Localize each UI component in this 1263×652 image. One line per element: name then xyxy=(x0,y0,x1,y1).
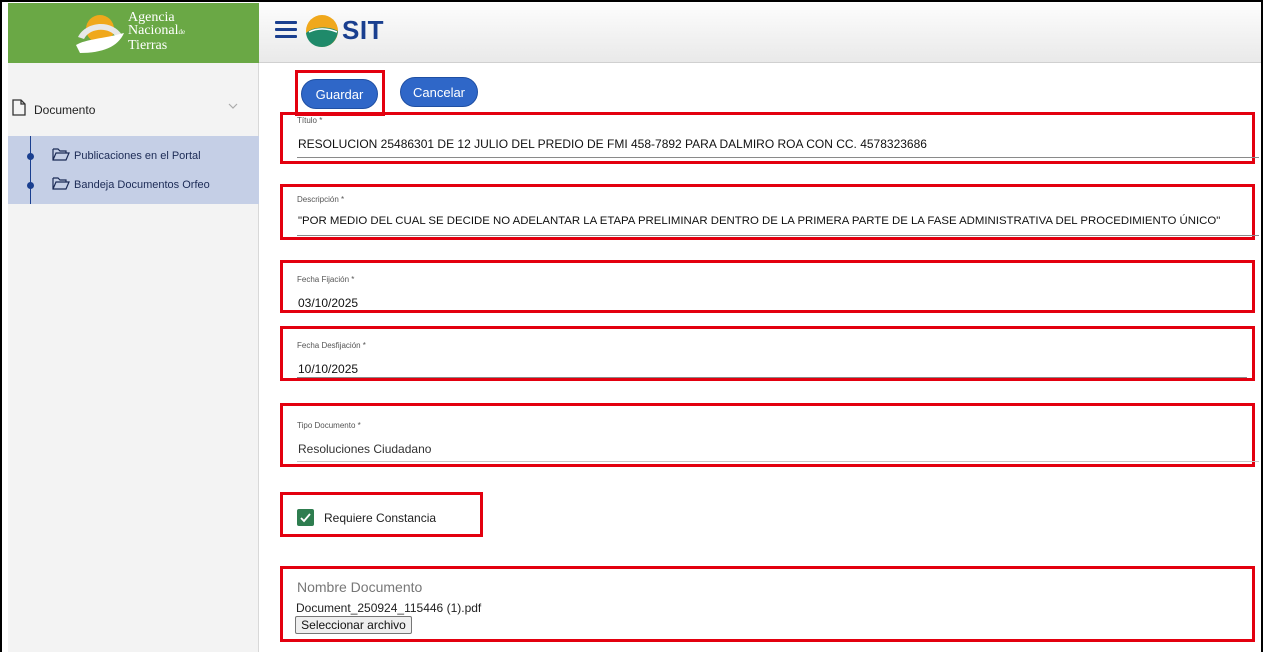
agency-logo: Agencia Nacionalde Tierras xyxy=(8,3,259,63)
document-icon xyxy=(12,99,26,116)
highlight-tipo-documento xyxy=(280,403,1255,467)
fecha-desfijacion-input[interactable]: 10/10/2025 xyxy=(298,362,358,376)
tree-node-dot xyxy=(27,182,34,189)
highlight-fecha-desfijacion xyxy=(280,326,1255,381)
sidebar-submenu: Publicaciones en el Portal Bandeja Docum… xyxy=(8,136,259,204)
sidebar: Documento Publicaciones en el Portal Ban… xyxy=(8,63,259,652)
tipo-documento-label: Tipo Documento * xyxy=(297,421,361,430)
fecha-desfijacion-label: Fecha Desfijación * xyxy=(297,341,366,350)
nombre-documento-label: Nombre Documento xyxy=(297,579,423,595)
titulo-input[interactable]: RESOLUCION 25486301 DE 12 JULIO DEL PRED… xyxy=(298,137,927,151)
fecha-fijacion-label: Fecha Fijación * xyxy=(297,275,355,284)
hamburger-menu-icon[interactable] xyxy=(275,21,297,39)
file-name: Document_250924_115446 (1).pdf xyxy=(296,601,482,615)
requiere-constancia-checkbox[interactable] xyxy=(297,509,314,526)
descripcion-underline xyxy=(297,235,1259,236)
sidebar-item-label: Bandeja Documentos Orfeo xyxy=(74,179,210,191)
sidebar-item-bandeja[interactable]: Bandeja Documentos Orfeo xyxy=(8,169,259,199)
titulo-underline xyxy=(297,157,1259,158)
highlight-descripcion xyxy=(280,184,1255,240)
tree-node-dot xyxy=(27,153,34,160)
requiere-constancia-label: Requiere Constancia xyxy=(324,511,437,525)
sit-logo-icon xyxy=(306,15,338,47)
descripcion-input[interactable]: "POR MEDIO DEL CUAL SE DECIDE NO ADELANT… xyxy=(298,215,1220,227)
tipo-documento-underline xyxy=(297,461,1259,462)
fecha-fijacion-input[interactable]: 03/10/2025 xyxy=(298,296,358,310)
titulo-label: Título * xyxy=(297,116,323,125)
sidebar-section-documento[interactable]: Documento xyxy=(8,93,259,123)
sidebar-item-label: Publicaciones en el Portal xyxy=(74,150,201,162)
sidebar-section-label: Documento xyxy=(34,103,96,117)
checkmark-icon xyxy=(300,513,311,523)
folder-open-icon xyxy=(52,148,70,161)
cancel-button[interactable]: Cancelar xyxy=(400,77,478,107)
fecha-desfijacion-underline xyxy=(297,377,1247,378)
agency-logo-icon xyxy=(76,15,124,53)
folder-open-icon xyxy=(52,177,70,190)
tipo-documento-select[interactable]: Resoluciones Ciudadano xyxy=(298,442,431,456)
top-header-bar: SIT xyxy=(259,3,1261,63)
brand-label: SIT xyxy=(342,15,384,45)
chevron-down-icon[interactable] xyxy=(228,103,238,110)
descripcion-label: Descripción * xyxy=(297,195,345,204)
sidebar-item-publicaciones[interactable]: Publicaciones en el Portal xyxy=(8,140,259,170)
highlight-fecha-fijacion xyxy=(280,260,1255,313)
select-file-button[interactable]: Seleccionar archivo xyxy=(295,616,412,634)
highlight-save-button xyxy=(295,70,385,116)
agency-logo-text: Agencia Nacionalde Tierras xyxy=(128,10,186,53)
